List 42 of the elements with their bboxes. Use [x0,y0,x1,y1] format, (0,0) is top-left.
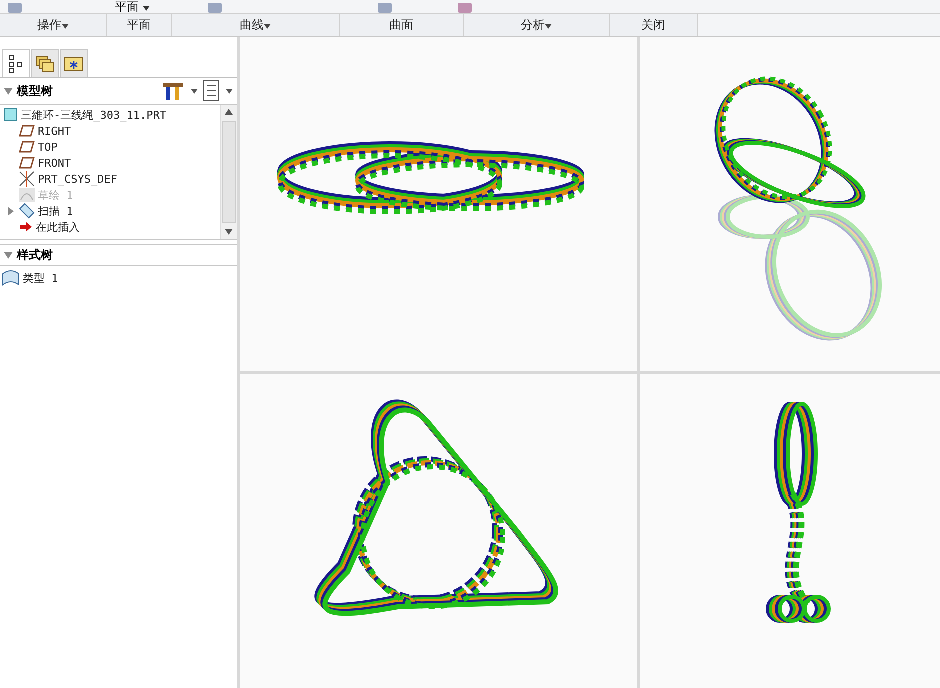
panel-title: 样式树 [17,246,54,264]
tree-item[interactable]: FRONT [38,156,72,170]
caret-icon [62,24,68,28]
tree-item[interactable]: TOP [38,140,58,154]
folders-icon [35,54,55,72]
tree-item[interactable]: PRT_CSYS_DEF [38,172,118,186]
caret-icon[interactable] [226,88,233,94]
ribbon-group-button[interactable]: 曲面 [340,14,464,36]
scrollbar[interactable] [220,105,237,239]
tree-icon [8,54,24,72]
scroll-up-icon [225,109,233,115]
ribbon-group-button[interactable]: 关闭 [610,14,698,36]
tree-item[interactable]: 三維环-三线绳_303_11.PRT [21,108,166,122]
tree-item[interactable]: 在此插入 [36,220,80,234]
plane-icon [19,157,35,169]
plane-icon [19,141,35,153]
sweep-icon [19,203,35,219]
cube-icon [4,108,18,122]
axes-icon [19,171,35,187]
tree-item[interactable]: 扫描 1 [38,204,74,218]
ribbon-group-button[interactable]: 平面 [107,14,172,36]
panel-tab[interactable] [60,49,88,77]
panel-title: 模型树 [17,82,54,100]
collapse-icon[interactable] [4,88,13,94]
ribbon-group-button[interactable]: 曲线 [172,14,340,36]
arrow-icon [19,221,33,233]
ribbon-group-button[interactable]: 分析 [464,14,610,36]
list-settings-icon[interactable] [202,80,222,102]
caret-icon[interactable] [191,88,198,94]
sketch-icon [19,188,35,202]
ribbon-group-button[interactable]: 操作 [0,14,107,36]
caret-icon [142,6,150,10]
caret-icon [545,24,552,28]
expand-icon[interactable] [6,206,16,216]
plane-dropdown[interactable]: 平面 [113,0,152,13]
panel-tab[interactable] [2,49,30,77]
plane-icon [19,125,35,137]
collapse-icon[interactable] [4,252,13,258]
caret-icon [264,24,271,28]
tree-item[interactable]: RIGHT [38,124,72,138]
scroll-down-icon [225,229,233,235]
tree-item[interactable]: 类型 1 [23,270,58,286]
